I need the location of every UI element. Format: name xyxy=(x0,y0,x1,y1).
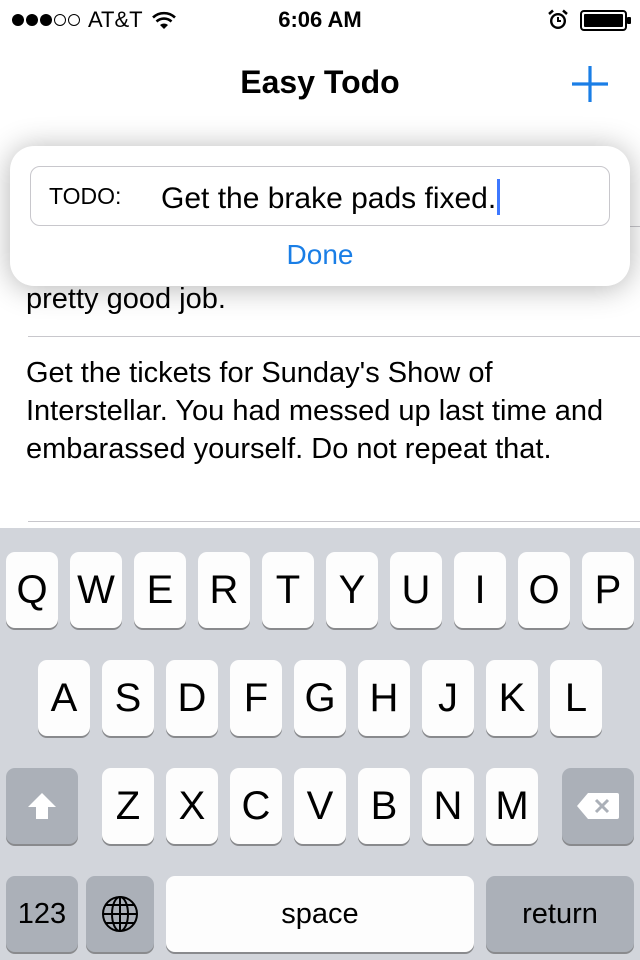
key-s[interactable]: S xyxy=(102,660,154,736)
key-g[interactable]: G xyxy=(294,660,346,736)
text-cursor xyxy=(497,179,501,215)
key-d[interactable]: D xyxy=(166,660,218,736)
key-l[interactable]: L xyxy=(550,660,602,736)
todo-input[interactable]: TODO: Get the brake pads fixed. xyxy=(30,166,610,226)
row-divider xyxy=(28,521,640,522)
key-r[interactable]: R xyxy=(198,552,250,628)
key-h[interactable]: H xyxy=(358,660,410,736)
key-t[interactable]: T xyxy=(262,552,314,628)
plus-icon xyxy=(572,66,608,102)
popover-arrow xyxy=(572,118,610,148)
battery-icon xyxy=(580,10,631,31)
space-key[interactable]: space xyxy=(166,876,474,952)
key-u[interactable]: U xyxy=(390,552,442,628)
key-b[interactable]: B xyxy=(358,768,410,844)
key-n[interactable]: N xyxy=(422,768,474,844)
status-bar: AT&T 6:06 AM xyxy=(0,0,640,40)
key-z[interactable]: Z xyxy=(102,768,154,844)
todo-field-value: Get the brake pads fixed. xyxy=(161,182,497,215)
key-j[interactable]: J xyxy=(422,660,474,736)
delete-icon xyxy=(577,793,619,819)
todo-field-label: TODO: xyxy=(49,183,122,209)
alarm-icon xyxy=(548,9,568,29)
key-w[interactable]: W xyxy=(70,552,122,628)
row-divider xyxy=(28,336,640,337)
key-i[interactable]: I xyxy=(454,552,506,628)
key-q[interactable]: Q xyxy=(6,552,58,628)
return-key[interactable]: return xyxy=(486,876,634,952)
numbers-key[interactable]: 123 xyxy=(6,876,78,952)
add-todo-button[interactable] xyxy=(566,60,614,108)
key-x[interactable]: X xyxy=(166,768,218,844)
globe-icon xyxy=(102,896,138,932)
key-e[interactable]: E xyxy=(134,552,186,628)
keyboard: Q W E R T Y U I O P A S D F G H J K L Z … xyxy=(0,528,640,960)
add-todo-popover: TODO: Get the brake pads fixed. Done xyxy=(10,146,630,286)
key-f[interactable]: F xyxy=(230,660,282,736)
globe-key[interactable] xyxy=(86,876,154,952)
done-button[interactable]: Done xyxy=(10,239,630,271)
delete-key[interactable] xyxy=(562,768,634,844)
key-p[interactable]: P xyxy=(582,552,634,628)
key-m[interactable]: M xyxy=(486,768,538,844)
key-o[interactable]: O xyxy=(518,552,570,628)
list-item[interactable]: Get the tickets for Sunday's Show of Int… xyxy=(0,354,640,468)
status-time: 6:06 AM xyxy=(278,7,362,32)
key-v[interactable]: V xyxy=(294,768,346,844)
shift-key[interactable] xyxy=(6,768,78,844)
key-a[interactable]: A xyxy=(38,660,90,736)
page-title: Easy Todo xyxy=(240,64,400,100)
key-k[interactable]: K xyxy=(486,660,538,736)
key-c[interactable]: C xyxy=(230,768,282,844)
key-y[interactable]: Y xyxy=(326,552,378,628)
shift-icon xyxy=(28,793,56,819)
